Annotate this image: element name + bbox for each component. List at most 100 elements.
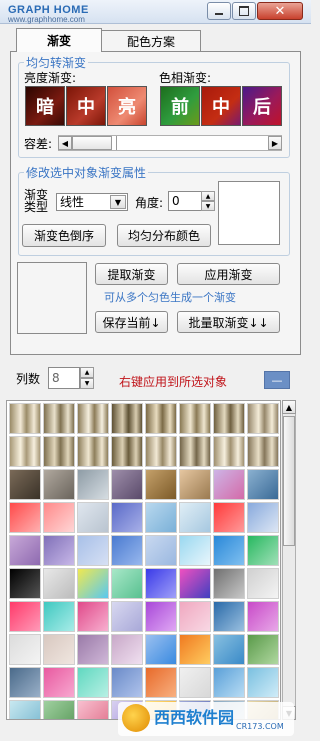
gradient-swatch[interactable] bbox=[145, 601, 177, 632]
gradient-swatch[interactable] bbox=[179, 535, 211, 566]
gradient-swatch[interactable] bbox=[213, 469, 245, 500]
gradient-swatch[interactable] bbox=[145, 502, 177, 533]
gradient-swatch[interactable] bbox=[145, 535, 177, 566]
gradient-swatch[interactable] bbox=[43, 535, 75, 566]
gradient-swatch[interactable] bbox=[43, 568, 75, 599]
gradient-swatch[interactable] bbox=[213, 601, 245, 632]
columns-up-arrow[interactable]: ▲ bbox=[80, 367, 94, 378]
gradient-swatch[interactable] bbox=[179, 502, 211, 533]
gradient-swatch[interactable] bbox=[247, 403, 279, 434]
gradient-swatch[interactable] bbox=[9, 403, 41, 434]
gradient-swatch[interactable] bbox=[213, 634, 245, 665]
gradient-swatch[interactable] bbox=[77, 436, 109, 467]
tab-color-scheme[interactable]: 配色方案 bbox=[101, 30, 201, 51]
gradient-swatch[interactable] bbox=[43, 634, 75, 665]
gradient-swatch[interactable] bbox=[111, 535, 143, 566]
angle-input[interactable]: 0 bbox=[168, 191, 202, 211]
brightness-mid-button[interactable]: 中 bbox=[66, 86, 106, 126]
gradient-swatch[interactable] bbox=[43, 700, 75, 719]
gradient-swatch[interactable] bbox=[213, 436, 245, 467]
gradient-swatch[interactable] bbox=[247, 634, 279, 665]
gradient-swatch[interactable] bbox=[111, 667, 143, 698]
gradient-swatch[interactable] bbox=[9, 469, 41, 500]
gradient-swatch[interactable] bbox=[247, 469, 279, 500]
tolerance-right-arrow[interactable]: ▶ bbox=[268, 136, 282, 150]
gradient-swatch[interactable] bbox=[247, 568, 279, 599]
gradient-swatch[interactable] bbox=[179, 568, 211, 599]
gradient-swatch[interactable] bbox=[9, 667, 41, 698]
gradient-swatch[interactable] bbox=[111, 568, 143, 599]
angle-up-arrow[interactable]: ▲ bbox=[201, 191, 215, 201]
gradient-swatch[interactable] bbox=[77, 667, 109, 698]
columns-input[interactable]: 8 bbox=[48, 367, 80, 389]
gradient-swatch[interactable] bbox=[9, 700, 41, 719]
gradient-swatch[interactable] bbox=[213, 535, 245, 566]
tab-gradient[interactable]: 渐变 bbox=[16, 28, 102, 52]
gradient-swatch[interactable] bbox=[77, 568, 109, 599]
close-button[interactable]: ✕ bbox=[257, 2, 303, 20]
gradient-swatch[interactable] bbox=[145, 568, 177, 599]
gradient-swatch[interactable] bbox=[179, 436, 211, 467]
gradient-swatch[interactable] bbox=[77, 502, 109, 533]
gradient-swatch[interactable] bbox=[213, 667, 245, 698]
chevron-down-icon[interactable]: ▼ bbox=[110, 195, 126, 209]
minimize-button[interactable] bbox=[207, 2, 231, 20]
gradient-swatch[interactable] bbox=[43, 436, 75, 467]
gradient-swatch[interactable] bbox=[77, 700, 109, 719]
gradient-swatch[interactable] bbox=[9, 568, 41, 599]
gradient-swatch[interactable] bbox=[111, 601, 143, 632]
maximize-button[interactable] bbox=[232, 2, 256, 20]
gradient-swatch[interactable] bbox=[43, 469, 75, 500]
gradient-swatch[interactable] bbox=[43, 667, 75, 698]
gradient-swatch[interactable] bbox=[179, 469, 211, 500]
gradient-swatch[interactable] bbox=[111, 469, 143, 500]
gradient-swatch[interactable] bbox=[213, 502, 245, 533]
gradient-swatch[interactable] bbox=[77, 403, 109, 434]
gradient-swatch[interactable] bbox=[145, 469, 177, 500]
hue-after-button[interactable]: 后 bbox=[242, 86, 282, 126]
gradient-swatch[interactable] bbox=[111, 436, 143, 467]
gradient-swatch[interactable] bbox=[179, 601, 211, 632]
gradient-swatch[interactable] bbox=[179, 667, 211, 698]
gradient-swatch[interactable] bbox=[43, 601, 75, 632]
gradient-swatch[interactable] bbox=[9, 436, 41, 467]
collapse-button[interactable]: — bbox=[264, 371, 290, 389]
batch-extract-button[interactable]: 批量取渐变↓↓ bbox=[177, 311, 280, 333]
hue-before-button[interactable]: 前 bbox=[160, 86, 200, 126]
hue-mid-button[interactable]: 中 bbox=[201, 86, 241, 126]
scroll-up-arrow[interactable]: ▲ bbox=[282, 400, 296, 414]
gradient-swatch[interactable] bbox=[77, 535, 109, 566]
save-current-button[interactable]: 保存当前↓ bbox=[95, 311, 168, 333]
angle-down-arrow[interactable]: ▼ bbox=[201, 201, 215, 211]
gradient-swatch[interactable] bbox=[145, 667, 177, 698]
gradient-swatch[interactable] bbox=[77, 601, 109, 632]
brightness-dark-button[interactable]: 暗 bbox=[25, 86, 65, 126]
gradient-swatch[interactable] bbox=[247, 436, 279, 467]
gradient-swatch[interactable] bbox=[9, 502, 41, 533]
gradient-swatch[interactable] bbox=[145, 403, 177, 434]
extract-gradient-button[interactable]: 提取渐变 bbox=[95, 263, 168, 285]
gradient-swatch[interactable] bbox=[77, 634, 109, 665]
gradient-swatch[interactable] bbox=[111, 403, 143, 434]
gradient-swatch[interactable] bbox=[247, 601, 279, 632]
gradient-swatch[interactable] bbox=[247, 535, 279, 566]
apply-gradient-button[interactable]: 应用渐变 bbox=[177, 263, 280, 285]
gradient-swatch[interactable] bbox=[213, 403, 245, 434]
gradient-swatch[interactable] bbox=[111, 502, 143, 533]
gradient-swatch[interactable] bbox=[111, 634, 143, 665]
gradient-swatch[interactable] bbox=[43, 403, 75, 434]
tolerance-thumb[interactable] bbox=[72, 136, 112, 150]
gradient-swatch[interactable] bbox=[9, 601, 41, 632]
columns-down-arrow[interactable]: ▼ bbox=[80, 378, 94, 389]
gradient-swatch[interactable] bbox=[9, 634, 41, 665]
brightness-light-button[interactable]: 亮 bbox=[107, 86, 147, 126]
gradient-swatch[interactable] bbox=[77, 469, 109, 500]
gradient-swatch[interactable] bbox=[43, 502, 75, 533]
gradient-swatch[interactable] bbox=[145, 634, 177, 665]
gradient-swatch[interactable] bbox=[247, 502, 279, 533]
gradient-swatch[interactable] bbox=[179, 403, 211, 434]
gradient-swatch[interactable] bbox=[9, 535, 41, 566]
scroll-thumb[interactable] bbox=[283, 416, 295, 546]
gradient-swatch[interactable] bbox=[247, 667, 279, 698]
tolerance-left-arrow[interactable]: ◀ bbox=[58, 136, 72, 150]
